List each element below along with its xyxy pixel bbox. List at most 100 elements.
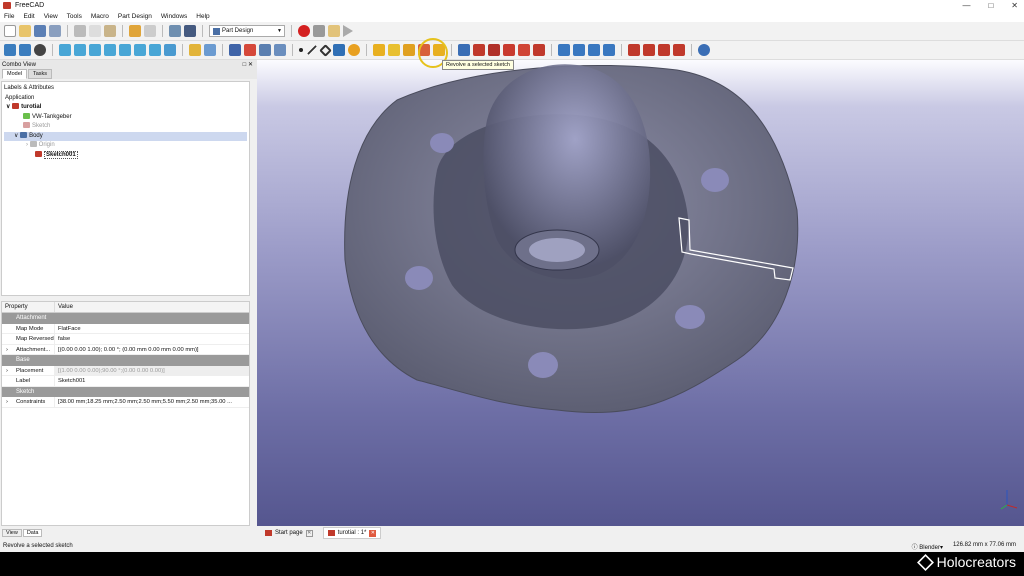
- create-part-icon[interactable]: [204, 44, 216, 56]
- property-row[interactable]: › Constraints [38.00 mm;18.25 mm;2.50 mm;2…: [2, 397, 249, 408]
- rear-view-icon[interactable]: [119, 44, 131, 56]
- pocket-icon[interactable]: [458, 44, 470, 56]
- linear-pattern-icon[interactable]: [573, 44, 585, 56]
- menu-tools[interactable]: Tools: [67, 13, 82, 20]
- property-row[interactable]: Label Sketch001: [2, 376, 249, 387]
- front-view-icon[interactable]: [74, 44, 86, 56]
- group-attachment[interactable]: Attachment: [2, 313, 249, 324]
- subtractive-loft-icon[interactable]: [503, 44, 515, 56]
- thickness-icon[interactable]: [673, 44, 685, 56]
- datum-icon[interactable]: [274, 44, 286, 56]
- close-tab-icon[interactable]: ✕: [305, 529, 313, 537]
- copy-icon[interactable]: [89, 25, 101, 37]
- tree-item-sketch001[interactable]: Sketch001: [4, 150, 247, 161]
- tree-item-mesh[interactable]: VW-Tankgeber: [4, 112, 247, 123]
- subtractive-pipe-icon[interactable]: [518, 44, 530, 56]
- menu-macro[interactable]: Macro: [91, 13, 109, 20]
- open-folder-icon[interactable]: [19, 25, 31, 37]
- bottom-view-icon[interactable]: [134, 44, 146, 56]
- run-macro-icon[interactable]: [343, 25, 353, 37]
- cut-icon[interactable]: [74, 25, 86, 37]
- local-coordinate-icon[interactable]: [333, 44, 345, 56]
- isometric-view-icon[interactable]: [59, 44, 71, 56]
- float-close-icon[interactable]: □ ✕: [243, 61, 253, 68]
- expand-icon[interactable]: ›: [6, 366, 8, 376]
- fillet-icon[interactable]: [628, 44, 640, 56]
- clone-icon[interactable]: [348, 44, 360, 56]
- property-row[interactable]: › Attachment... [(0.00 0.00 1.00); 0.00 °;…: [2, 344, 249, 355]
- groove-icon[interactable]: [488, 44, 500, 56]
- pad-icon[interactable]: [373, 44, 385, 56]
- subtractive-primitive-icon[interactable]: [533, 44, 545, 56]
- mirrored-icon[interactable]: [558, 44, 570, 56]
- undo-icon[interactable]: [129, 25, 141, 37]
- navigation-style-selector[interactable]: ⓘ Blender▾: [912, 542, 943, 551]
- menu-edit[interactable]: Edit: [23, 13, 34, 20]
- new-file-icon[interactable]: [4, 25, 16, 37]
- datum-line-icon[interactable]: [307, 45, 317, 55]
- close-tab-icon[interactable]: ✕: [369, 529, 377, 537]
- additive-loft-icon[interactable]: [403, 44, 415, 56]
- minimize-icon[interactable]: —: [962, 1, 970, 10]
- expand-icon[interactable]: ∨: [6, 104, 10, 110]
- fit-all-icon[interactable]: [4, 44, 16, 56]
- tab-model[interactable]: Model: [2, 69, 27, 79]
- paste-icon[interactable]: [104, 25, 116, 37]
- refresh-icon[interactable]: [169, 25, 181, 37]
- multi-transform-icon[interactable]: [603, 44, 615, 56]
- property-row[interactable]: › Placement [(1.00 0.00 0.00);90.00 °;(0.0…: [2, 365, 249, 376]
- group-sketch[interactable]: Sketch: [2, 386, 249, 397]
- menu-help[interactable]: Help: [196, 13, 209, 20]
- edit-macro-icon[interactable]: [328, 25, 340, 37]
- validate-sketch-icon[interactable]: [259, 44, 271, 56]
- create-body-icon[interactable]: [189, 44, 201, 56]
- save-as-icon[interactable]: [49, 25, 61, 37]
- expand-icon[interactable]: ›: [6, 345, 8, 355]
- property-row[interactable]: Map Mode FlatFace: [2, 323, 249, 334]
- datum-plane-icon[interactable]: [319, 43, 332, 57]
- fit-selection-icon[interactable]: [19, 44, 31, 56]
- create-sketch-icon[interactable]: [244, 44, 256, 56]
- shape-binder-icon[interactable]: [229, 44, 241, 56]
- measure-icon[interactable]: [164, 44, 176, 56]
- tab-start-page[interactable]: Start page ✕: [261, 527, 317, 539]
- group-base[interactable]: Base: [2, 355, 249, 366]
- menu-file[interactable]: File: [4, 13, 14, 20]
- save-icon[interactable]: [34, 25, 46, 37]
- workbench-selector[interactable]: Part Design ▼: [209, 25, 285, 37]
- chamfer-icon[interactable]: [643, 44, 655, 56]
- expand-icon[interactable]: ∨: [14, 133, 18, 139]
- polar-pattern-icon[interactable]: [588, 44, 600, 56]
- status-message: Revolve a selected sketch: [3, 543, 73, 549]
- tab-view[interactable]: View: [2, 529, 22, 537]
- left-view-icon[interactable]: [149, 44, 161, 56]
- tab-turotial[interactable]: turotial : 1* ✕: [322, 527, 382, 539]
- expand-icon[interactable]: ›: [6, 397, 8, 407]
- property-row[interactable]: Map Reversed false: [2, 334, 249, 345]
- menu-part-design[interactable]: Part Design: [118, 13, 152, 20]
- revolution-icon[interactable]: [388, 44, 400, 56]
- hole-icon[interactable]: [473, 44, 485, 56]
- top-view-icon[interactable]: [89, 44, 101, 56]
- record-macro-icon[interactable]: [298, 25, 310, 37]
- 3d-viewport[interactable]: [257, 60, 1024, 526]
- tree-item-sketch[interactable]: Sketch: [4, 122, 247, 132]
- tree-item-body[interactable]: ∨ Body: [4, 131, 247, 141]
- close-icon[interactable]: ✕: [1011, 1, 1018, 10]
- datum-point-icon[interactable]: [299, 48, 303, 52]
- tab-data[interactable]: Data: [22, 529, 43, 537]
- redo-icon[interactable]: [144, 25, 156, 37]
- draw-style-icon[interactable]: [34, 44, 46, 56]
- tree-item-document[interactable]: ∨ turotial: [4, 103, 247, 113]
- draft-icon[interactable]: [658, 44, 670, 56]
- maximize-icon[interactable]: □: [988, 1, 993, 10]
- right-view-icon[interactable]: [104, 44, 116, 56]
- boolean-icon[interactable]: [698, 44, 710, 56]
- whats-this-icon[interactable]: [184, 25, 196, 37]
- tree-item-origin[interactable]: › Origin: [4, 141, 247, 151]
- stop-macro-icon[interactable]: [313, 25, 325, 37]
- collapse-icon[interactable]: ›: [26, 142, 28, 148]
- menu-view[interactable]: View: [44, 13, 58, 20]
- menu-windows[interactable]: Windows: [161, 13, 187, 20]
- tab-tasks[interactable]: Tasks: [27, 69, 53, 79]
